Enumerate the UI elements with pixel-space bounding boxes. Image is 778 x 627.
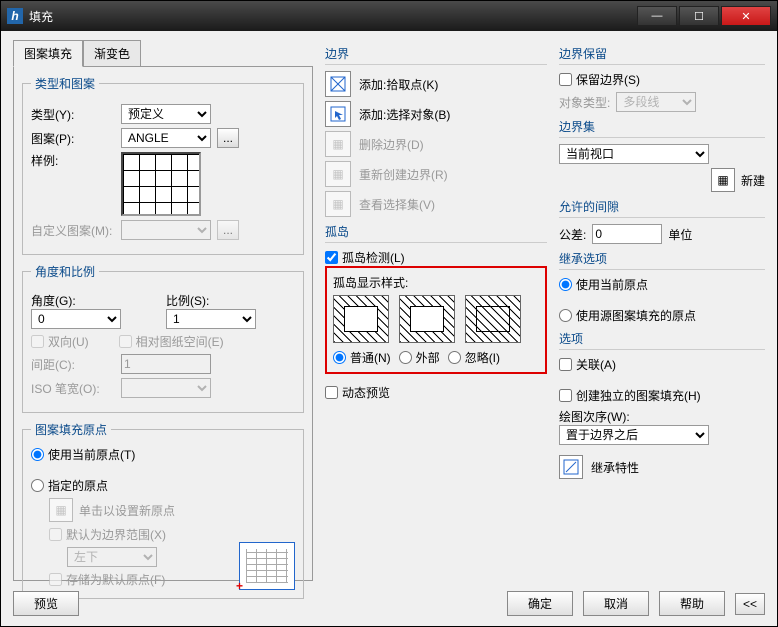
section-boundary-set: 边界集 — [559, 118, 765, 138]
radio-island-ignore[interactable]: 忽略(I) — [448, 349, 500, 366]
radio-use-current-origin[interactable]: 使用当前原点(T) — [31, 446, 295, 463]
label-custom-pattern: 自定义图案(M): — [31, 222, 115, 239]
island-highlight-box: 孤岛显示样式: 普通(N) 外部 忽略(I) — [325, 266, 547, 374]
label-type: 类型(Y): — [31, 106, 115, 123]
select-angle[interactable]: 0 — [31, 309, 121, 329]
label-unit: 单位 — [668, 226, 692, 243]
island-preview-outer[interactable] — [399, 295, 455, 343]
dialog-window: h 填充 — ☐ ✕ 图案填充 渐变色 类型和图案 类型(Y): — [0, 0, 778, 627]
select-draw-order[interactable]: 置于边界之后 — [559, 425, 709, 445]
section-boundary: 边界 — [325, 45, 547, 65]
section-island: 孤岛 — [325, 223, 547, 243]
view-selection-icon: ▦ — [325, 191, 351, 217]
select-origin-pos: 左下 — [67, 547, 157, 567]
label-angle: 角度(G): — [31, 292, 160, 309]
section-gap: 允许的间隙 — [559, 198, 765, 218]
select-pattern[interactable]: ANGLE — [121, 128, 211, 148]
new-boundary-icon[interactable]: ▦ — [711, 168, 735, 192]
minimize-button[interactable]: — — [637, 6, 677, 26]
select-custom-pattern — [121, 220, 211, 240]
select-scale[interactable]: 1 — [166, 309, 256, 329]
window-title: 填充 — [29, 8, 637, 25]
btn-add-select-object[interactable]: 添加:选择对象(B) — [325, 101, 547, 127]
island-preview-ignore[interactable] — [465, 295, 521, 343]
btn-view-selection: ▦ 查看选择集(V) — [325, 191, 547, 217]
check-island-detect[interactable]: 孤岛检测(L) — [325, 249, 547, 266]
group-origin: 图案填充原点 使用当前原点(T) 指定的原点 ▦ 单击以设置新原点 默认为边界范… — [22, 421, 304, 599]
btn-inherit-props[interactable]: 继承特性 — [591, 459, 639, 476]
radio-specified-origin[interactable]: 指定的原点 — [31, 477, 295, 494]
label-tolerance: 公差: — [559, 226, 586, 243]
inherit-props-icon[interactable] — [559, 455, 583, 479]
check-double: 双向(U) — [31, 333, 89, 350]
select-object-icon — [325, 101, 351, 127]
check-dynamic-preview[interactable]: 动态预览 — [325, 384, 547, 401]
maximize-button[interactable]: ☐ — [679, 6, 719, 26]
check-independent[interactable]: 创建独立的图案填充(H) — [559, 387, 765, 404]
btn-new-boundary[interactable]: 新建 — [741, 172, 765, 189]
radio-inherit-current[interactable]: 使用当前原点 — [559, 276, 765, 293]
section-options: 选项 — [559, 330, 765, 350]
group-angle-scale: 角度和比例 角度(G): 0 比例(S): 1 — [22, 263, 304, 413]
btn-ok[interactable]: 确定 — [507, 591, 573, 616]
legend-angle-scale: 角度和比例 — [31, 263, 99, 280]
set-origin-icon: ▦ — [49, 498, 73, 522]
btn-remove-boundary: ▦ 删除边界(D) — [325, 131, 547, 157]
pattern-preview[interactable] — [121, 152, 201, 216]
island-preview-normal[interactable] — [333, 295, 389, 343]
radio-inherit-source[interactable]: 使用源图案填充的原点 — [559, 307, 765, 324]
label-scale: 比例(S): — [166, 292, 295, 309]
label-spacing: 间距(C): — [31, 356, 115, 373]
input-spacing — [121, 354, 211, 374]
radio-island-outer[interactable]: 外部 — [399, 349, 440, 366]
btn-collapse[interactable]: << — [735, 593, 765, 615]
check-assoc[interactable]: 关联(A) — [559, 356, 765, 373]
check-rel-paper: 相对图纸空间(E) — [119, 333, 224, 350]
pick-point-icon — [325, 71, 351, 97]
remove-boundary-icon: ▦ — [325, 131, 351, 157]
close-button[interactable]: ✕ — [721, 6, 771, 26]
group-type-pattern: 类型和图案 类型(Y): 预定义 图案(P): ANGLE ... 样例: — [22, 75, 304, 255]
section-inherit-opt: 继承选项 — [559, 250, 765, 270]
btn-recreate-boundary: ▦ 重新创建边界(R) — [325, 161, 547, 187]
select-iso-pen — [121, 378, 211, 398]
label-click-set-origin: 单击以设置新原点 — [79, 502, 175, 519]
custom-pattern-browse-button: ... — [217, 220, 239, 240]
label-iso-pen: ISO 笔宽(O): — [31, 380, 115, 397]
check-keep-boundary[interactable]: 保留边界(S) — [559, 71, 765, 88]
label-sample: 样例: — [31, 152, 115, 169]
legend-type-pattern: 类型和图案 — [31, 75, 99, 92]
label-object-type: 对象类型: — [559, 94, 610, 111]
select-type[interactable]: 预定义 — [121, 104, 211, 124]
btn-help[interactable]: 帮助 — [659, 591, 725, 616]
input-tolerance[interactable] — [592, 224, 662, 244]
titlebar[interactable]: h 填充 — ☐ ✕ — [1, 1, 777, 31]
btn-add-pick-point[interactable]: 添加:拾取点(K) — [325, 71, 547, 97]
check-default-boundary: 默认为边界范围(X) — [49, 526, 295, 543]
radio-island-normal[interactable]: 普通(N) — [333, 349, 391, 366]
recreate-boundary-icon: ▦ — [325, 161, 351, 187]
select-object-type: 多段线 — [616, 92, 696, 112]
btn-preview[interactable]: 预览 — [13, 591, 79, 616]
select-boundary-set[interactable]: 当前视口 — [559, 144, 709, 164]
app-icon: h — [7, 8, 23, 24]
legend-origin: 图案填充原点 — [31, 421, 111, 438]
label-draw-order: 绘图次序(W): — [559, 408, 765, 425]
label-pattern: 图案(P): — [31, 130, 115, 147]
section-retain: 边界保留 — [559, 45, 765, 65]
btn-cancel[interactable]: 取消 — [583, 591, 649, 616]
origin-preview: + — [239, 542, 295, 590]
tab-gradient[interactable]: 渐变色 — [83, 40, 141, 67]
label-island-style: 孤岛显示样式: — [333, 274, 539, 291]
pattern-browse-button[interactable]: ... — [217, 128, 239, 148]
tab-pattern-fill[interactable]: 图案填充 — [13, 40, 83, 67]
